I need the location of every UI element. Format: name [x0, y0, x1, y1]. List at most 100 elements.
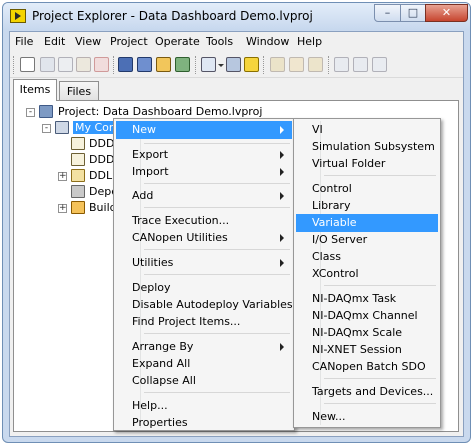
menu-item-find-project-items[interactable]: Find Project Items... — [116, 313, 292, 331]
save-all-icon[interactable] — [137, 57, 152, 72]
close-button[interactable]: ✕ — [425, 4, 468, 22]
menu-item-export[interactable]: Export — [116, 146, 292, 164]
title-bar[interactable]: Project Explorer - Data Dashboard Demo.l… — [3, 3, 470, 30]
tree-row-item[interactable]: + DDLib — [14, 169, 124, 183]
submenu-arrow-icon — [280, 151, 284, 159]
menu-item-label: Collapse All — [132, 374, 196, 387]
submenu-item-virtual-folder[interactable]: Virtual Folder — [296, 155, 438, 173]
collapse-toggle-icon[interactable]: - — [42, 124, 51, 133]
expand-toggle-icon[interactable]: + — [58, 204, 67, 213]
tree-row-item[interactable]: DDDe — [14, 137, 124, 151]
copy-icon[interactable] — [58, 57, 73, 72]
menu-item-label: Import — [132, 165, 169, 178]
menu-separator — [144, 392, 290, 393]
tree-row-item[interactable]: Depe — [14, 185, 124, 199]
toolbar-separator — [195, 56, 198, 74]
menu-tools[interactable]: Tools — [206, 35, 233, 48]
menu-separator — [144, 207, 290, 208]
menu-edit[interactable]: Edit — [44, 35, 65, 48]
open-vi-icon[interactable] — [308, 57, 323, 72]
tree-row-item[interactable]: + Build — [14, 201, 124, 215]
menu-item-label: Export — [132, 148, 169, 161]
submenu-arrow-icon — [280, 343, 284, 351]
submenu-item-io-server[interactable]: I/O Server — [296, 231, 438, 249]
submenu-item-xnet-session[interactable]: NI-XNET Session — [296, 341, 438, 359]
menu-item-label: Variable — [312, 216, 357, 229]
build-icon[interactable] — [156, 57, 171, 72]
filter-icon[interactable] — [226, 57, 241, 72]
menu-item-new[interactable]: New — [116, 121, 292, 139]
menu-file[interactable]: File — [15, 35, 33, 48]
toolbar-grip[interactable] — [13, 56, 16, 74]
view-dropdown-icon[interactable] — [201, 57, 216, 72]
menu-item-expand-all[interactable]: Expand All — [116, 355, 292, 373]
submenu-item-new[interactable]: New... — [296, 408, 438, 426]
menu-item-utilities[interactable]: Utilities — [116, 254, 292, 272]
submenu-item-control[interactable]: Control — [296, 180, 438, 198]
tab-items[interactable]: Items — [13, 79, 57, 101]
dropdown-arrow-icon[interactable] — [218, 64, 224, 67]
expand-toggle-icon[interactable]: + — [58, 172, 67, 181]
menu-item-label: CANopen Batch SDO — [312, 360, 426, 373]
warning-icon[interactable] — [244, 57, 259, 72]
tree-row-project[interactable]: - Project: Data Dashboard Demo.lvproj — [14, 105, 314, 119]
menu-item-label: CANopen Utilities — [132, 231, 228, 244]
menu-item-import[interactable]: Import — [116, 163, 292, 181]
submenu-item-targets-and-devices[interactable]: Targets and Devices... — [296, 383, 438, 401]
add-file-icon[interactable] — [270, 57, 285, 72]
submenu-arrow-icon — [280, 168, 284, 176]
menu-help[interactable]: Help — [297, 35, 322, 48]
menu-item-help[interactable]: Help... — [116, 397, 292, 415]
undo-icon[interactable] — [334, 57, 349, 72]
menu-bar: File Edit View Project Operate Tools Win… — [10, 32, 463, 52]
submenu-item-canopen-batch-sdo[interactable]: CANopen Batch SDO — [296, 358, 438, 376]
save-icon[interactable] — [118, 57, 133, 72]
menu-item-canopen-utilities[interactable]: CANopen Utilities — [116, 229, 292, 247]
menu-item-add[interactable]: Add — [116, 187, 292, 205]
submenu-item-library[interactable]: Library — [296, 197, 438, 215]
cut-icon[interactable] — [40, 57, 55, 72]
menu-view[interactable]: View — [75, 35, 101, 48]
submenu-item-vi[interactable]: VI — [296, 121, 438, 139]
deploy-icon[interactable] — [175, 57, 190, 72]
maximize-button[interactable]: □ — [400, 4, 426, 22]
menu-item-label: New... — [312, 410, 346, 423]
search-icon[interactable] — [372, 57, 387, 72]
new-icon[interactable] — [20, 57, 35, 72]
paste-icon[interactable] — [76, 57, 91, 72]
collapse-toggle-icon[interactable]: - — [26, 108, 35, 117]
menu-item-properties[interactable]: Properties — [116, 414, 292, 432]
delete-icon[interactable] — [94, 57, 109, 72]
menu-item-trace-execution[interactable]: Trace Execution... — [116, 212, 292, 230]
menu-item-deploy[interactable]: Deploy — [116, 279, 292, 297]
submenu-arrow-icon — [280, 192, 284, 200]
menu-item-disable-autodeploy[interactable]: Disable Autodeploy Variables — [116, 296, 293, 314]
minimize-button[interactable]: – — [374, 4, 401, 22]
menu-operate[interactable]: Operate — [155, 35, 200, 48]
submenu-arrow-icon — [280, 234, 284, 242]
build-specifications-icon — [71, 201, 85, 214]
tree-row-item[interactable]: DDDe — [14, 153, 124, 167]
menu-item-collapse-all[interactable]: Collapse All — [116, 372, 292, 390]
menu-separator — [144, 274, 290, 275]
submenu-item-daqmx-scale[interactable]: NI-DAQmx Scale — [296, 324, 438, 342]
menu-item-label: NI-DAQmx Scale — [312, 326, 403, 339]
toolbar-separator — [263, 56, 266, 74]
tree-project-label: Project: Data Dashboard Demo.lvproj — [58, 105, 263, 118]
menu-window[interactable]: Window — [246, 35, 289, 48]
submenu-item-xcontrol[interactable]: XControl — [296, 265, 438, 283]
menu-project[interactable]: Project — [110, 35, 148, 48]
submenu-item-class[interactable]: Class — [296, 248, 438, 266]
toolbar — [10, 53, 463, 78]
submenu-arrow-icon — [280, 259, 284, 267]
redo-icon[interactable] — [353, 57, 368, 72]
tab-files[interactable]: Files — [59, 81, 99, 100]
submenu-item-simulation-subsystem[interactable]: Simulation Subsystem — [296, 138, 438, 156]
menu-separator — [324, 285, 436, 286]
submenu-item-daqmx-task[interactable]: NI-DAQmx Task — [296, 290, 438, 308]
submenu-item-variable[interactable]: Variable — [296, 214, 438, 232]
submenu-item-daqmx-channel[interactable]: NI-DAQmx Channel — [296, 307, 438, 325]
properties-icon[interactable] — [289, 57, 304, 72]
menu-item-arrange-by[interactable]: Arrange By — [116, 338, 292, 356]
menu-item-label: Find Project Items... — [132, 315, 241, 328]
